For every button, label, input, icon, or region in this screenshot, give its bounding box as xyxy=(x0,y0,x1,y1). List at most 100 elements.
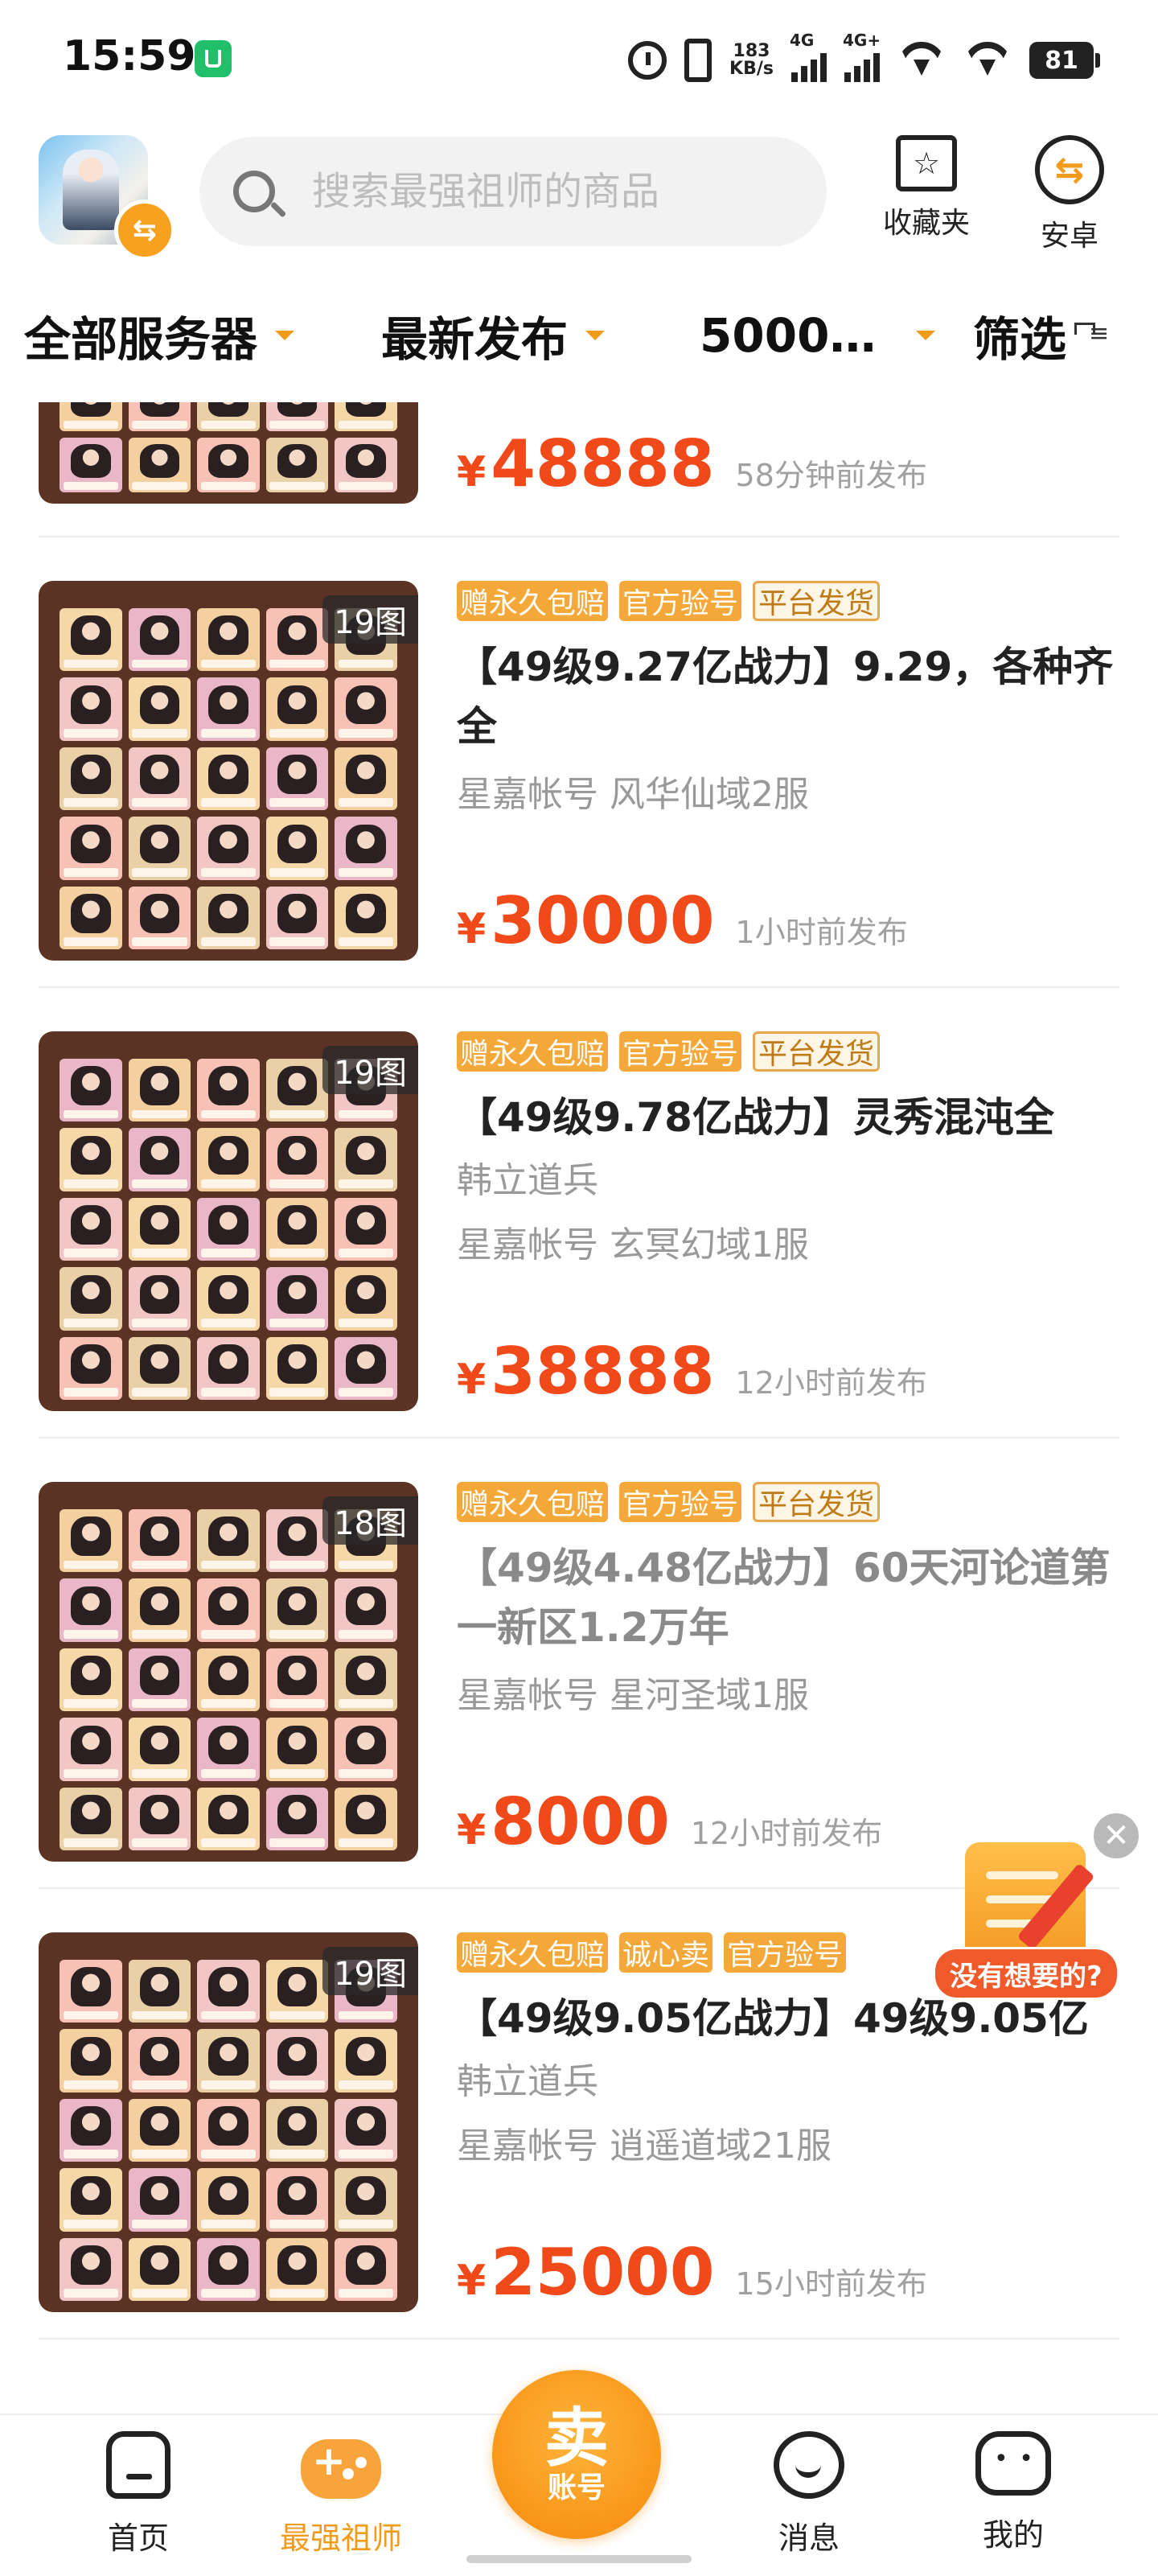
tag-verified: 官方验号 xyxy=(619,1482,742,1522)
thumbnail-card xyxy=(60,1787,122,1850)
sell-label: 卖 xyxy=(544,2401,609,2475)
filter-label: 筛选 xyxy=(973,312,1067,367)
filter-button[interactable]: 筛选 xyxy=(973,302,1109,369)
close-icon[interactable]: ✕ xyxy=(1090,1810,1142,1862)
thumbnail-card xyxy=(128,1336,191,1400)
thumbnail-card xyxy=(60,1509,122,1573)
dropdown-triangle-icon xyxy=(916,331,936,340)
search-input[interactable] xyxy=(310,168,812,215)
thumbnail-card xyxy=(197,2029,260,2092)
tag-row: 赠永久包赔 官方验号 平台发货 xyxy=(457,581,881,621)
thumbnail-card xyxy=(197,1718,260,1781)
thumbnail-card xyxy=(60,1960,122,2023)
dropdown-triangle-icon xyxy=(585,331,606,340)
listing-item[interactable]: 19图 赠永久包赔 官方验号 平台发货 【49级9.78亿战力】灵秀混沌全 韩立… xyxy=(39,1031,1119,1418)
thumbnail-card xyxy=(60,886,122,949)
listing-price: 38888 xyxy=(491,1334,715,1409)
nav-mine[interactable]: 我的 xyxy=(933,2431,1094,2554)
tag-row: 赠永久包赔 官方验号 平台发货 xyxy=(457,1482,881,1522)
thumbnail-card xyxy=(335,1267,397,1331)
listing-list[interactable]: ¥ 48888 58分钟前发布 19图 赠永久包赔 官方验号 平台发货 【49级… xyxy=(0,402,1158,2397)
thumbnail-card xyxy=(60,1718,122,1781)
request-widget[interactable]: ✕ 没有想要的? xyxy=(933,1802,1142,2003)
nav-messages-label: 消息 xyxy=(778,2520,840,2556)
filter-bar: 全部服务器 最新发布 5000… 筛选 xyxy=(0,291,1158,380)
listing-item[interactable]: ¥ 48888 58分钟前发布 xyxy=(39,402,1119,507)
server-filter[interactable]: 全部服务器 xyxy=(24,302,295,369)
thumbnail-card xyxy=(197,2098,260,2162)
thumbnail-card xyxy=(265,402,329,431)
thumbnail-card xyxy=(60,2029,122,2092)
nav-messages[interactable]: 消息 xyxy=(729,2431,889,2557)
thumbnail-card xyxy=(128,2168,191,2232)
currency-symbol: ¥ xyxy=(457,448,487,496)
tag-row: 赠永久包赔 官方验号 平台发货 xyxy=(457,1031,881,1072)
image-count-badge: 19图 xyxy=(322,1046,418,1094)
currency-symbol: ¥ xyxy=(457,1806,487,1854)
thumbnail-card xyxy=(265,2098,329,2162)
listing-seller-server: 星嘉帐号 风华仙域2服 xyxy=(457,774,809,815)
thumbnail-card xyxy=(128,1718,191,1781)
thumbnail-card xyxy=(335,1197,397,1261)
switch-game-icon[interactable]: ⇆ xyxy=(114,200,175,261)
thumbnail-card xyxy=(335,677,397,741)
thumbnail-card xyxy=(335,1787,397,1850)
listing-time: 58分钟前发布 xyxy=(735,458,927,493)
tag-row: 赠永久包赔 诚心卖 官方验号 xyxy=(457,1932,847,1973)
thumbnail-card-grid xyxy=(60,1059,397,1400)
thumbnail-card xyxy=(265,2237,329,2301)
sell-account-label: 账号 xyxy=(547,2471,606,2504)
listing-price: 48888 xyxy=(491,426,715,501)
sort-filter[interactable]: 最新发布 xyxy=(381,302,606,369)
thumbnail-card xyxy=(60,817,122,880)
platform-label: 安卓 xyxy=(1040,220,1098,253)
funnel-icon xyxy=(1074,319,1109,352)
thumbnail-card xyxy=(128,1960,191,2023)
tag-verified: 官方验号 xyxy=(724,1932,847,1973)
thumbnail-card-grid xyxy=(60,1960,397,2301)
thumbnail-card xyxy=(197,1197,260,1261)
thumbnail-card xyxy=(335,2029,397,2092)
listing-thumbnail[interactable]: 19图 xyxy=(39,1031,418,1411)
cat-face-icon xyxy=(975,2431,1051,2496)
thumbnail-card xyxy=(335,2168,397,2232)
divider xyxy=(39,986,1119,988)
thumbnail-card xyxy=(265,2029,329,2092)
tag-platform-delivery: 平台发货 xyxy=(753,1031,881,1072)
nav-home[interactable]: 首页 xyxy=(58,2431,219,2557)
sell-account-button[interactable]: 卖 账号 xyxy=(492,2370,661,2539)
search-bar[interactable] xyxy=(199,137,827,246)
thumbnail-card xyxy=(335,817,397,880)
listing-price: 30000 xyxy=(491,883,715,958)
listing-seller-server: 星嘉帐号 玄冥幻域1服 xyxy=(457,1224,809,1265)
listing-thumbnail[interactable]: 19图 xyxy=(39,1932,418,2312)
favorites-label: 收藏夹 xyxy=(882,207,970,240)
price-filter[interactable]: 5000… xyxy=(700,308,936,363)
thumbnail-card xyxy=(197,1509,260,1573)
listing-thumbnail[interactable] xyxy=(39,402,418,504)
nav-game[interactable]: 最强祖师 xyxy=(261,2431,421,2557)
thumbnail-card xyxy=(60,1648,122,1712)
thumbnail-card xyxy=(265,1267,329,1331)
thumbnail-card xyxy=(60,438,122,492)
request-bubble[interactable]: 没有想要的? xyxy=(933,1947,1119,2000)
listing-thumbnail[interactable]: 19图 xyxy=(39,581,418,961)
image-count-badge: 19图 xyxy=(322,595,418,644)
currency-symbol: ¥ xyxy=(457,905,487,953)
thumbnail-card xyxy=(128,1787,191,1850)
gamepad-icon xyxy=(301,2438,381,2499)
thumbnail-card xyxy=(128,2029,191,2092)
listing-item[interactable]: 19图 赠永久包赔 官方验号 平台发货 【49级9.27亿战力】9.29，各种齐… xyxy=(39,581,1119,967)
listing-thumbnail[interactable]: 18图 xyxy=(39,1482,418,1862)
thumbnail-card xyxy=(60,1267,122,1331)
cellular-signal-icon: 4G xyxy=(790,31,827,82)
listing-title: 【49级9.27亿战力】9.29，各种齐全 xyxy=(457,644,1114,750)
platform-switch-button[interactable]: ⇆ 安卓 xyxy=(1021,135,1118,254)
favorites-button[interactable]: ☆ 收藏夹 xyxy=(878,135,975,241)
status-time: 15:59 xyxy=(63,32,196,80)
thumbnail-card xyxy=(197,747,260,811)
home-indicator[interactable] xyxy=(466,2555,692,2563)
tag-compensation: 赠永久包赔 xyxy=(457,1932,609,1973)
thumbnail-card xyxy=(265,747,329,811)
tag-sincere-sale: 诚心卖 xyxy=(619,1932,713,1973)
